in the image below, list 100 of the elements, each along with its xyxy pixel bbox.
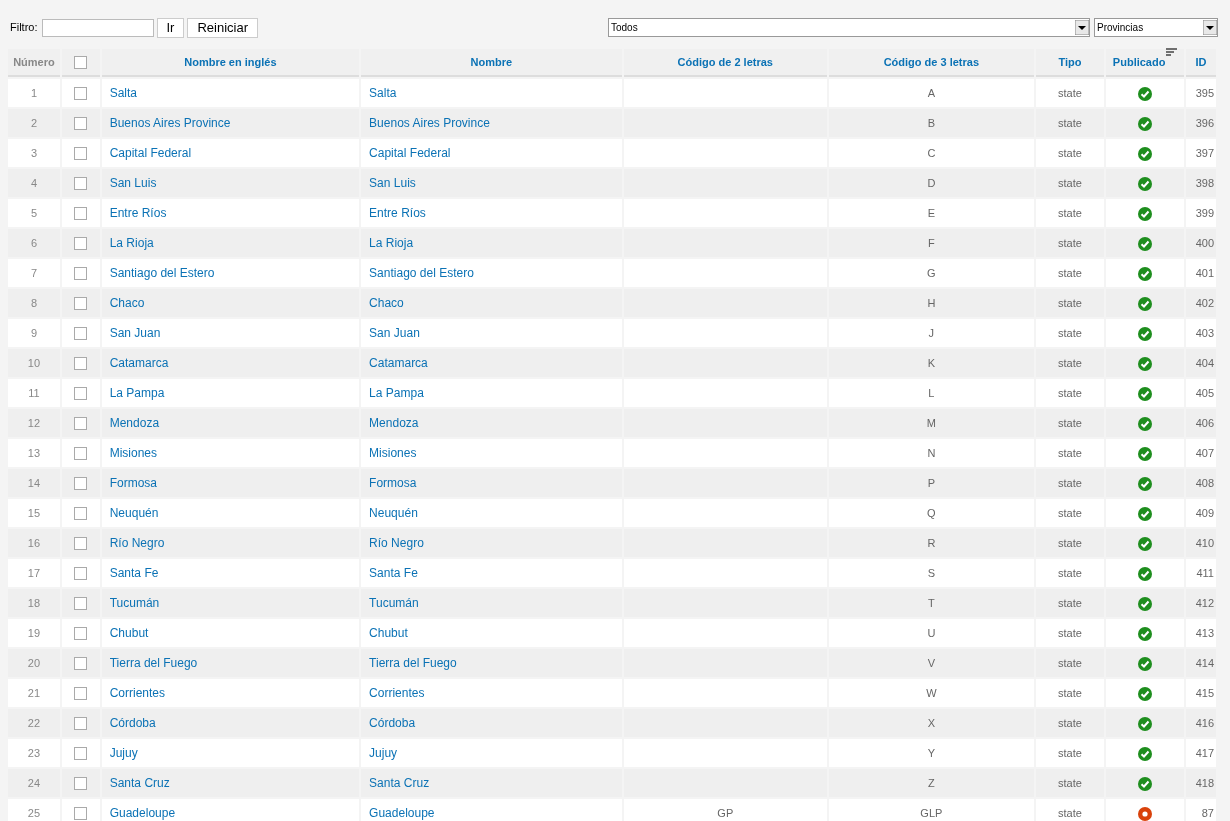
- filter-button[interactable]: Ir: [156, 17, 185, 38]
- check-circle-icon[interactable]: [1138, 296, 1153, 311]
- dropdown[interactable]: Todos: [608, 18, 1090, 37]
- country-link[interactable]: Mendoza: [109, 416, 160, 430]
- checkbox[interactable]: [74, 777, 88, 791]
- country-link[interactable]: Río Negro: [109, 536, 165, 550]
- check-circle-icon[interactable]: [1138, 506, 1153, 521]
- country-link[interactable]: Córdoba: [109, 716, 156, 730]
- check-circle-icon[interactable]: [1138, 596, 1153, 611]
- check-circle-icon[interactable]: [1138, 686, 1153, 701]
- checkbox[interactable]: [74, 537, 88, 551]
- checkbox[interactable]: [74, 597, 88, 611]
- country-link[interactable]: Chaco: [109, 296, 145, 310]
- checkbox[interactable]: [74, 357, 88, 371]
- checkbox[interactable]: [74, 87, 88, 101]
- column-header[interactable]: ID: [1195, 55, 1207, 68]
- name-link[interactable]: Santa Fe: [369, 566, 418, 580]
- check-circle-icon[interactable]: [1138, 416, 1153, 431]
- checkbox[interactable]: [74, 237, 88, 251]
- checkbox[interactable]: [74, 627, 88, 641]
- check-circle-icon[interactable]: [1138, 566, 1153, 581]
- country-link[interactable]: Santa Fe: [109, 566, 159, 580]
- check-circle-icon[interactable]: [1138, 776, 1153, 791]
- country-link[interactable]: Tucumán: [109, 596, 160, 610]
- checkbox[interactable]: [74, 147, 88, 161]
- name-link[interactable]: Córdoba: [369, 716, 416, 730]
- name-link[interactable]: Santa Cruz: [369, 776, 430, 790]
- checkbox[interactable]: [74, 56, 88, 70]
- name-link[interactable]: San Juan: [369, 326, 420, 340]
- country-link[interactable]: Jujuy: [109, 746, 138, 760]
- column-header[interactable]: Nombre: [470, 55, 513, 68]
- country-link[interactable]: Capital Federal: [109, 146, 192, 160]
- check-circle-icon[interactable]: [1138, 236, 1153, 251]
- checkbox[interactable]: [74, 567, 88, 581]
- check-circle-icon[interactable]: [1138, 86, 1153, 101]
- country-link[interactable]: Tierra del Fuego: [109, 656, 198, 670]
- checkbox[interactable]: [74, 477, 88, 491]
- country-link[interactable]: Santa Cruz: [109, 776, 170, 790]
- country-link[interactable]: Neuquén: [109, 506, 159, 520]
- name-link[interactable]: Catamarca: [369, 356, 428, 370]
- check-circle-icon[interactable]: [1138, 176, 1153, 191]
- check-circle-icon[interactable]: [1138, 716, 1153, 731]
- check-circle-icon[interactable]: [1138, 326, 1153, 341]
- country-link[interactable]: Entre Ríos: [109, 206, 167, 220]
- checkbox[interactable]: [74, 657, 88, 671]
- checkbox[interactable]: [74, 117, 88, 131]
- name-link[interactable]: Misiones: [369, 446, 417, 460]
- name-link[interactable]: La Rioja: [369, 236, 414, 250]
- country-link[interactable]: Formosa: [109, 476, 158, 490]
- check-circle-icon[interactable]: [1138, 626, 1153, 641]
- name-link[interactable]: Corrientes: [369, 686, 425, 700]
- checkbox[interactable]: [74, 297, 88, 311]
- checkbox[interactable]: [74, 387, 88, 401]
- name-link[interactable]: Tucumán: [369, 596, 419, 610]
- checkbox[interactable]: [74, 447, 88, 461]
- check-circle-icon[interactable]: [1138, 746, 1153, 761]
- name-link[interactable]: Guadeloupe: [369, 806, 435, 820]
- filter-field[interactable]: [41, 18, 154, 37]
- country-link[interactable]: San Juan: [109, 326, 161, 340]
- name-link[interactable]: Chaco: [369, 296, 404, 310]
- name-link[interactable]: Chubut: [369, 626, 408, 640]
- check-circle-icon[interactable]: [1138, 266, 1153, 281]
- name-link[interactable]: Mendoza: [369, 416, 419, 430]
- name-link[interactable]: Río Negro: [369, 536, 424, 550]
- name-link[interactable]: Neuquén: [369, 506, 418, 520]
- checkbox[interactable]: [74, 747, 88, 761]
- name-link[interactable]: San Luis: [369, 176, 416, 190]
- checkbox[interactable]: [74, 687, 88, 701]
- checkbox[interactable]: [74, 717, 88, 731]
- checkbox[interactable]: [74, 207, 88, 221]
- checkbox[interactable]: [74, 267, 88, 281]
- check-circle-icon[interactable]: [1138, 146, 1153, 161]
- name-link[interactable]: Jujuy: [369, 746, 398, 760]
- name-link[interactable]: Salta: [369, 86, 397, 100]
- name-link[interactable]: Tierra del Fuego: [369, 656, 457, 670]
- column-header[interactable]: Tipo: [1058, 55, 1082, 68]
- country-link[interactable]: Corrientes: [109, 686, 166, 700]
- name-link[interactable]: La Pampa: [369, 386, 424, 400]
- country-link[interactable]: Salta: [109, 86, 138, 100]
- check-circle-icon[interactable]: [1138, 386, 1153, 401]
- country-link[interactable]: La Pampa: [109, 386, 165, 400]
- checkbox[interactable]: [74, 507, 88, 521]
- country-link[interactable]: Misiones: [109, 446, 158, 460]
- checkbox[interactable]: [74, 177, 88, 191]
- check-circle-icon[interactable]: [1138, 206, 1153, 221]
- checkbox[interactable]: [74, 417, 88, 431]
- name-link[interactable]: Formosa: [369, 476, 417, 490]
- check-circle-icon[interactable]: [1138, 446, 1153, 461]
- ring-circle-icon[interactable]: [1138, 806, 1153, 821]
- check-circle-icon[interactable]: [1138, 656, 1153, 671]
- name-link[interactable]: Entre Ríos: [369, 206, 426, 220]
- country-link[interactable]: Catamarca: [109, 356, 169, 370]
- country-link[interactable]: Guadeloupe: [109, 806, 176, 820]
- filter-button[interactable]: Reiniciar: [187, 17, 259, 38]
- country-link[interactable]: Chubut: [109, 626, 149, 640]
- country-link[interactable]: San Luis: [109, 176, 157, 190]
- name-link[interactable]: Capital Federal: [369, 146, 451, 160]
- country-link[interactable]: La Rioja: [109, 236, 154, 250]
- check-circle-icon[interactable]: [1138, 536, 1153, 551]
- check-circle-icon[interactable]: [1138, 476, 1153, 491]
